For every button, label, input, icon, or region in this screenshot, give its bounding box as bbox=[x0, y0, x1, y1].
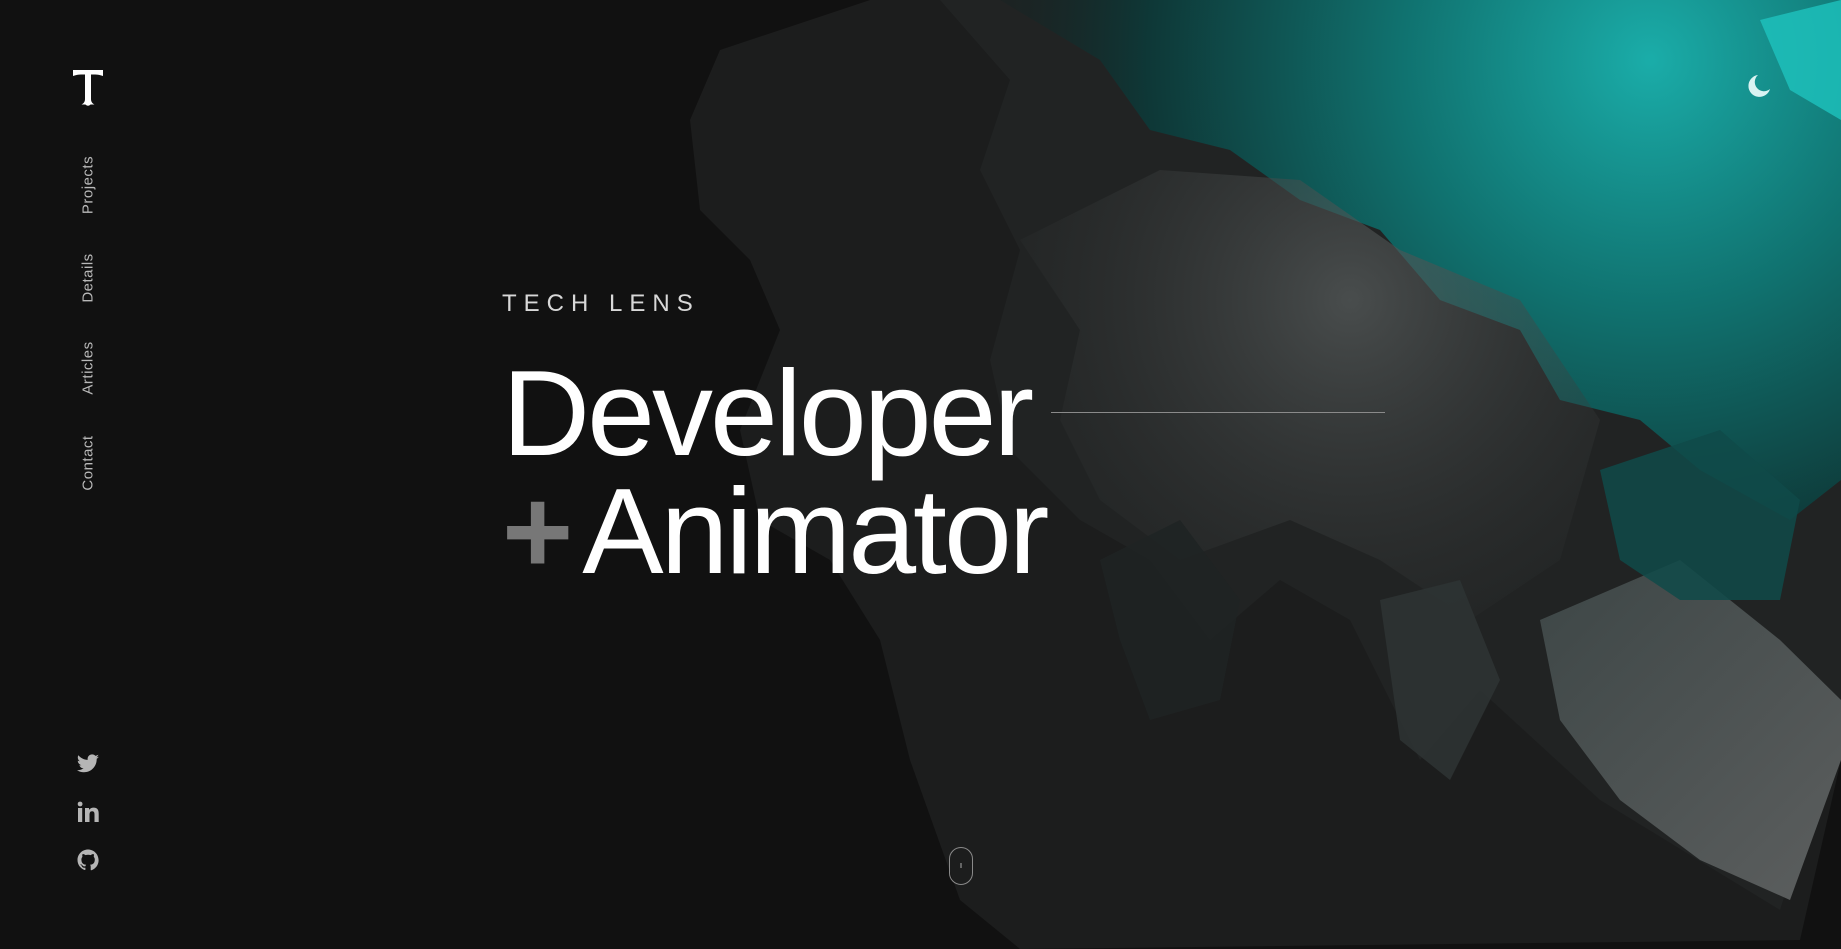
headline-developer: Developer bbox=[502, 345, 1034, 481]
linkedin-icon bbox=[77, 801, 99, 822]
hero-headline: Developer +Animator bbox=[502, 352, 1386, 592]
github-link[interactable] bbox=[76, 848, 100, 872]
github-icon bbox=[77, 849, 99, 871]
twitter-link[interactable] bbox=[76, 752, 100, 776]
theme-toggle-button[interactable] bbox=[1743, 71, 1773, 101]
nav-item-details[interactable]: Details bbox=[80, 253, 97, 302]
mouse-wheel-icon bbox=[960, 863, 962, 868]
linkedin-link[interactable] bbox=[76, 800, 100, 824]
headline-animator: Animator bbox=[582, 463, 1049, 599]
social-links bbox=[76, 752, 100, 896]
headline-line-1: Developer bbox=[502, 352, 1386, 474]
nav-item-articles[interactable]: Articles bbox=[80, 341, 97, 394]
brand-logo[interactable] bbox=[70, 66, 106, 108]
scroll-down-indicator[interactable] bbox=[949, 847, 973, 885]
nav-item-projects[interactable]: Projects bbox=[80, 156, 97, 214]
nav-item-contact[interactable]: Contact bbox=[80, 435, 97, 490]
headline-plus: + bbox=[502, 463, 573, 599]
twitter-icon bbox=[77, 754, 99, 773]
hero-eyebrow: TECH LENS bbox=[502, 290, 700, 317]
logo-t-icon bbox=[73, 70, 103, 106]
headline-divider bbox=[1051, 412, 1386, 414]
hero-section: TECH LENS Developer +Animator bbox=[502, 290, 1386, 592]
moon-icon bbox=[1748, 75, 1770, 97]
headline-line-2: +Animator bbox=[502, 470, 1385, 592]
